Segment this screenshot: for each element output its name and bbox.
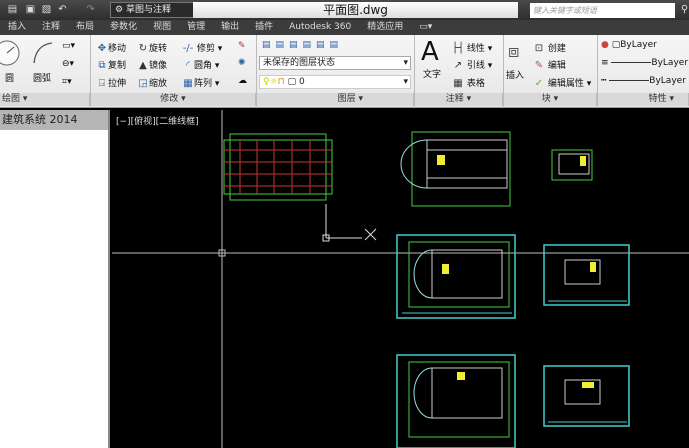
circle-icon xyxy=(0,40,20,66)
layers-panel-label[interactable]: 图层 ▾ xyxy=(257,93,414,106)
draw-panel-label[interactable]: 绘图 ▾ xyxy=(0,93,90,106)
linetype-select[interactable]: ┅ ByLayer xyxy=(601,76,689,86)
floor-plan-1 xyxy=(400,131,511,207)
mirror-button[interactable]: ▲ 镜像 xyxy=(137,58,167,71)
title-bar: ▤ ▣ ▧ ↶ ↷ ⚙ 草图与注释 平面图.dwg 键入关键字或短语 ⚲ xyxy=(0,0,689,20)
cursor-icon xyxy=(322,204,377,242)
hatch-icon[interactable]: ⌗▾ xyxy=(62,77,72,87)
structural-grid-plan xyxy=(223,133,333,201)
tab-view[interactable]: 视图 xyxy=(145,20,179,35)
rotate-icon: ↻ xyxy=(138,43,148,54)
edit-block-button[interactable]: ✎ 编辑 xyxy=(533,58,566,71)
stretch-icon: ⍈ xyxy=(99,78,105,89)
sun-icon: ☼ xyxy=(269,77,278,87)
stretch-button[interactable]: ⍈ 拉伸 xyxy=(96,76,126,89)
edit-block-icon: ✎ xyxy=(534,60,544,71)
gear-icon: ⚙ xyxy=(115,5,126,15)
drawing-sheet-2 xyxy=(543,244,630,306)
color-wheel-icon: ● xyxy=(601,40,609,50)
tab-manage[interactable]: 管理 xyxy=(179,20,213,35)
mirror-icon: ▲ xyxy=(139,60,147,71)
floor-plan-small xyxy=(551,149,593,181)
rectangle-icon[interactable]: ▭▾ xyxy=(62,41,75,51)
layer-tools-icons[interactable]: ▤▤▤▤▤▤ xyxy=(262,40,343,50)
properties-panel-label[interactable]: 特性 ▾ xyxy=(598,93,689,106)
copy-button[interactable]: ⧉ 复制 xyxy=(96,58,126,71)
tool-palette: 建筑系统 2014 xyxy=(0,110,110,448)
layer-state-select[interactable]: 未保存的图层状态 ▾ xyxy=(259,56,411,70)
linear-dimension-icon: ├┤ xyxy=(452,43,465,54)
scale-icon: ◲ xyxy=(138,78,148,89)
ellipse-icon[interactable]: ⊖▾ xyxy=(62,59,74,69)
array-button[interactable]: ▦阵列 ▾ xyxy=(182,76,219,89)
modify-panel-label[interactable]: 修改 ▾ xyxy=(91,93,256,106)
edit-attributes-button[interactable]: ✓ 编辑属性 ▾ xyxy=(533,76,591,89)
fillet-icon: ◜ xyxy=(186,60,190,71)
rotate-button[interactable]: ↻ 旋转 xyxy=(137,41,167,54)
copy-icon: ⧉ xyxy=(98,60,106,71)
ribbon: 圆 圆弧 ▭▾ ⊖▾ ⌗▾ 绘图 ▾ ✥ 移动 ↻ 旋转 -/- 修剪 ▾ ⧉ 复制 … xyxy=(0,35,689,108)
drawing-sheet-3 xyxy=(396,354,516,448)
tab-output[interactable]: 输出 xyxy=(213,20,247,35)
annotation-panel-label[interactable]: 注释 ▾ xyxy=(415,93,503,106)
tab-annotate[interactable]: 注释 xyxy=(34,20,68,35)
arc-button[interactable]: 圆弧 xyxy=(33,71,51,84)
tab-insert[interactable]: 插入 xyxy=(0,20,34,35)
drawing-sheet-1 xyxy=(396,234,516,319)
move-icon: ✥ xyxy=(97,43,107,54)
insert-block-icon[interactable]: ⧈ xyxy=(508,41,519,62)
lightbulb-icon: ♀ xyxy=(263,77,270,87)
trim-button[interactable]: -/- 修剪 ▾ xyxy=(182,41,223,54)
tab-featured-apps[interactable]: 精选应用 xyxy=(359,20,411,35)
drawing-canvas[interactable]: [−][俯视][二维线框] xyxy=(112,110,689,448)
table-button[interactable]: ▦ 表格 xyxy=(452,76,485,89)
tab-layout[interactable]: 布局 xyxy=(68,20,102,35)
video-icon[interactable]: ▭▾ xyxy=(411,20,440,35)
text-button[interactable]: 文字 xyxy=(423,67,441,80)
array-icon: ▦ xyxy=(183,78,193,89)
linear-button[interactable]: ├┤ 线性 ▾ xyxy=(452,41,492,54)
save-icon[interactable]: ▣ xyxy=(24,3,37,16)
drawing-sheet-4 xyxy=(543,365,630,427)
binoculars-icon[interactable]: ⚲ xyxy=(678,3,689,16)
linetype-icon: ┅ xyxy=(601,76,607,86)
explode-icon[interactable]: ✺ xyxy=(238,58,246,68)
move-button[interactable]: ✥ 移动 xyxy=(96,41,126,54)
block-panel-label[interactable]: 块 ▾ xyxy=(504,93,597,106)
scale-button[interactable]: ◲缩放 xyxy=(137,76,167,89)
edit-attributes-icon: ✓ xyxy=(534,78,544,89)
tab-parametric[interactable]: 参数化 xyxy=(102,20,145,35)
circle-button[interactable]: 圆 xyxy=(5,71,14,84)
undo-icon[interactable]: ↶ xyxy=(56,3,69,16)
tab-plugins[interactable]: 插件 xyxy=(247,20,281,35)
palette-title: 建筑系统 2014 xyxy=(0,110,108,130)
leader-button[interactable]: ↗ 引线 ▾ xyxy=(452,58,492,71)
arc-icon xyxy=(33,42,53,64)
tab-autodesk-360[interactable]: Autodesk 360 xyxy=(281,20,359,35)
offset-icon[interactable]: ☁ xyxy=(238,76,247,86)
search-input[interactable]: 键入关键字或短语 xyxy=(530,3,675,18)
lineweight-icon: ≡ xyxy=(601,58,609,68)
document-title: 平面图.dwg xyxy=(193,2,518,18)
erase-icon[interactable]: ✎ xyxy=(238,41,246,51)
lineweight-select[interactable]: ≡ ByLayer xyxy=(601,58,689,68)
save-as-icon[interactable]: ▧ xyxy=(40,3,53,16)
trim-icon: -/- xyxy=(182,43,194,54)
color-select[interactable]: ● ▢ByLayer xyxy=(601,40,657,50)
text-icon[interactable]: A xyxy=(421,37,439,67)
redo-icon[interactable]: ↷ xyxy=(84,3,97,16)
new-icon[interactable]: ▤ xyxy=(6,3,19,16)
drawing-content xyxy=(112,110,689,448)
table-icon: ▦ xyxy=(453,78,463,89)
ribbon-tabs: 插入 注释 布局 参数化 视图 管理 输出 插件 Autodesk 360 精选… xyxy=(0,20,689,35)
create-block-button[interactable]: ⊡ 创建 xyxy=(533,41,566,54)
lock-icon: ⊓ xyxy=(277,77,285,87)
create-block-icon: ⊡ xyxy=(534,43,544,54)
layer-select[interactable]: ♀☼⊓ ▢ 0 ▾ xyxy=(259,75,411,89)
fillet-button[interactable]: ◜ 圆角 ▾ xyxy=(182,58,219,71)
leader-icon: ↗ xyxy=(453,60,463,71)
insert-button[interactable]: 插入 xyxy=(506,68,524,81)
